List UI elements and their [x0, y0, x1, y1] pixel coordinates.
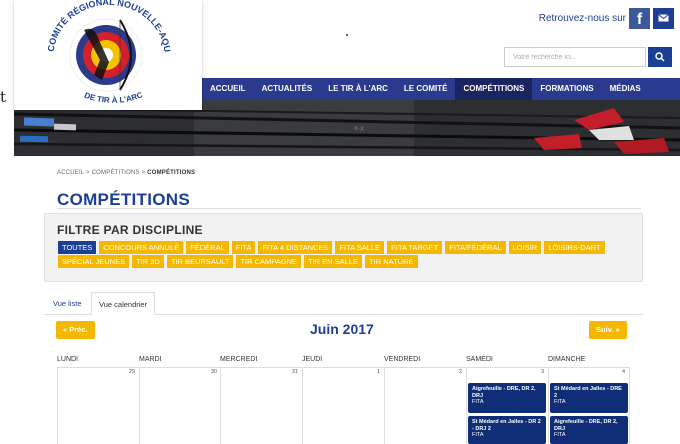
event-discipline: FITA [554, 432, 566, 438]
filter-tag-special-jeunes[interactable]: Spécial Jeunes [58, 255, 130, 268]
facebook-icon[interactable]: f [629, 8, 650, 29]
view-tabs: Vue liste Vue calendrier [44, 292, 643, 315]
filter-tag-toutes[interactable]: Toutes [58, 241, 97, 254]
event-discipline: FITA [554, 399, 566, 405]
nav-item-medias[interactable]: MÉDIAS [602, 78, 649, 100]
filter-tag-fita[interactable]: FITA [231, 241, 256, 254]
next-month-button[interactable]: Suiv. » [589, 321, 627, 339]
mail-icon[interactable] [653, 8, 674, 29]
day-number: 30 [210, 369, 217, 375]
day-header-mardi: MARDI [139, 356, 162, 363]
filter-tag-tir-en-salle[interactable]: Tir en salle [304, 255, 363, 268]
event-title: St Médard en Jalles - DRE 2 [554, 386, 622, 399]
social-label: Retrouvez-nous sur [538, 13, 626, 24]
day-number: 2 [458, 369, 462, 375]
day-number: 4 [621, 369, 625, 375]
filter-tag-loisirs-dart[interactable]: Loisirs-Dart [544, 241, 605, 254]
page-title: COMPÉTITIONS [57, 190, 190, 209]
filter-tag-loisir[interactable]: Loisir [508, 241, 542, 254]
svg-text:DE TIR À L'ARC: DE TIR À L'ARC [83, 90, 144, 105]
calendar-day-cell[interactable]: 2 [384, 367, 466, 444]
filter-tag-federal[interactable]: Fédéral [186, 241, 229, 254]
filter-tags: Toutes Concours annulé Fédéral FITA FITA… [58, 241, 618, 268]
day-number: 1 [376, 369, 380, 375]
event-title: Aigrefeuille - DRE, DR 2, DRJ [554, 419, 618, 432]
svg-text:X·X: X·X [354, 126, 364, 133]
day-header-jeudi: JEUDI [302, 356, 323, 363]
tab-calendar-view[interactable]: Vue calendrier [91, 292, 156, 315]
search-button[interactable] [648, 47, 672, 67]
filter-title: FILTRE PAR DISCIPLINE [57, 223, 203, 237]
day-number: 29 [128, 369, 135, 375]
nav-item-actualites[interactable]: ACTUALITÉS [254, 78, 321, 100]
day-header-dimanche: DIMANCHE [548, 356, 586, 363]
breadcrumb-separator: > [84, 170, 92, 176]
main-nav: ACCUEIL ACTUALITÉS LE TIR À L'ARC LE COM… [202, 78, 680, 100]
tab-list-view[interactable]: Vue liste [46, 292, 89, 315]
search-icon [655, 52, 665, 62]
breadcrumb-home[interactable]: ACCUEIL [57, 170, 84, 176]
calendar-event[interactable]: St Médard en Jalles - DR 2 - DRJ 2 FITA [468, 416, 546, 444]
nav-item-formations[interactable]: FORMATIONS [532, 78, 601, 100]
discipline-filter-panel: FILTRE PAR DISCIPLINE Toutes Concours an… [44, 213, 643, 282]
breadcrumb-parent[interactable]: COMPÉTITIONS [92, 170, 140, 176]
month-title: Juin 2017 [310, 321, 374, 337]
filter-tag-concours-annule[interactable]: Concours annulé [99, 241, 184, 254]
filter-tag-tir-campagne[interactable]: Tir Campagne [236, 255, 302, 268]
calendar-day-cell[interactable]: 31 [220, 367, 302, 444]
calendar-day-cell[interactable]: 29 [57, 367, 139, 444]
breadcrumb-current: COMPÉTITIONS [147, 170, 196, 176]
breadcrumb: ACCUEIL > COMPÉTITIONS > COMPÉTITIONS [57, 170, 195, 176]
filter-tag-fita-4-distances[interactable]: FITA 4 distances [258, 241, 333, 254]
calendar-day-cell[interactable]: 1 [302, 367, 384, 444]
calendar-event[interactable]: Aigrefeuille - DRE, DR 2, DRJ FITA [468, 383, 546, 413]
day-header-mercredi: MERCREDI [220, 356, 258, 363]
nav-item-accueil[interactable]: ACCUEIL [202, 78, 254, 100]
day-header-lundi: LUNDI [57, 356, 79, 363]
calendar-event[interactable]: St Médard en Jalles - DRE 2 FITA [550, 383, 628, 413]
filter-tag-tir-3d[interactable]: Tir 3D [132, 255, 164, 268]
filter-tag-tir-beursault[interactable]: Tir Beursault [166, 255, 234, 268]
nav-item-tir-a-l-arc[interactable]: LE TIR À L'ARC [320, 78, 396, 100]
stray-text: t [0, 88, 7, 106]
calendar-day-cell[interactable]: 30 [139, 367, 221, 444]
event-discipline: FITA [472, 399, 484, 405]
nav-item-competitions[interactable]: COMPÉTITIONS [455, 78, 533, 100]
filter-tag-fita-salle[interactable]: FITA Salle [335, 241, 385, 254]
logo[interactable]: COMITÉ RÉGIONAL NOUVELLE-AQUITAINE DE TI… [14, 0, 202, 110]
event-discipline: FITA [472, 432, 484, 438]
logo-emblem: COMITÉ RÉGIONAL NOUVELLE-AQUITAINE DE TI… [14, 0, 172, 105]
decorative-dot [346, 34, 348, 36]
day-number: 3 [540, 369, 544, 375]
nav-item-le-comite[interactable]: LE COMITÉ [396, 78, 456, 100]
calendar-event[interactable]: Aigrefeuille - DRE, DR 2, DRJ FITA [550, 416, 628, 444]
filter-tag-fita-federal[interactable]: FITA/Fédéral [445, 241, 506, 254]
event-title: St Médard en Jalles - DR 2 - DRJ 2 [472, 419, 541, 432]
prev-month-button[interactable]: « Préc. [56, 321, 95, 339]
divider [57, 208, 641, 209]
day-header-vendredi: VENDREDI [384, 356, 421, 363]
day-header-samedi: SAMEDI [466, 356, 493, 363]
filter-tag-fita-target[interactable]: FITA Target [387, 241, 443, 254]
day-number: 31 [291, 369, 298, 375]
event-title: Aigrefeuille - DRE, DR 2, DRJ [472, 386, 536, 399]
search-input[interactable] [504, 47, 646, 67]
filter-tag-tir-nature[interactable]: Tir Nature [365, 255, 418, 268]
